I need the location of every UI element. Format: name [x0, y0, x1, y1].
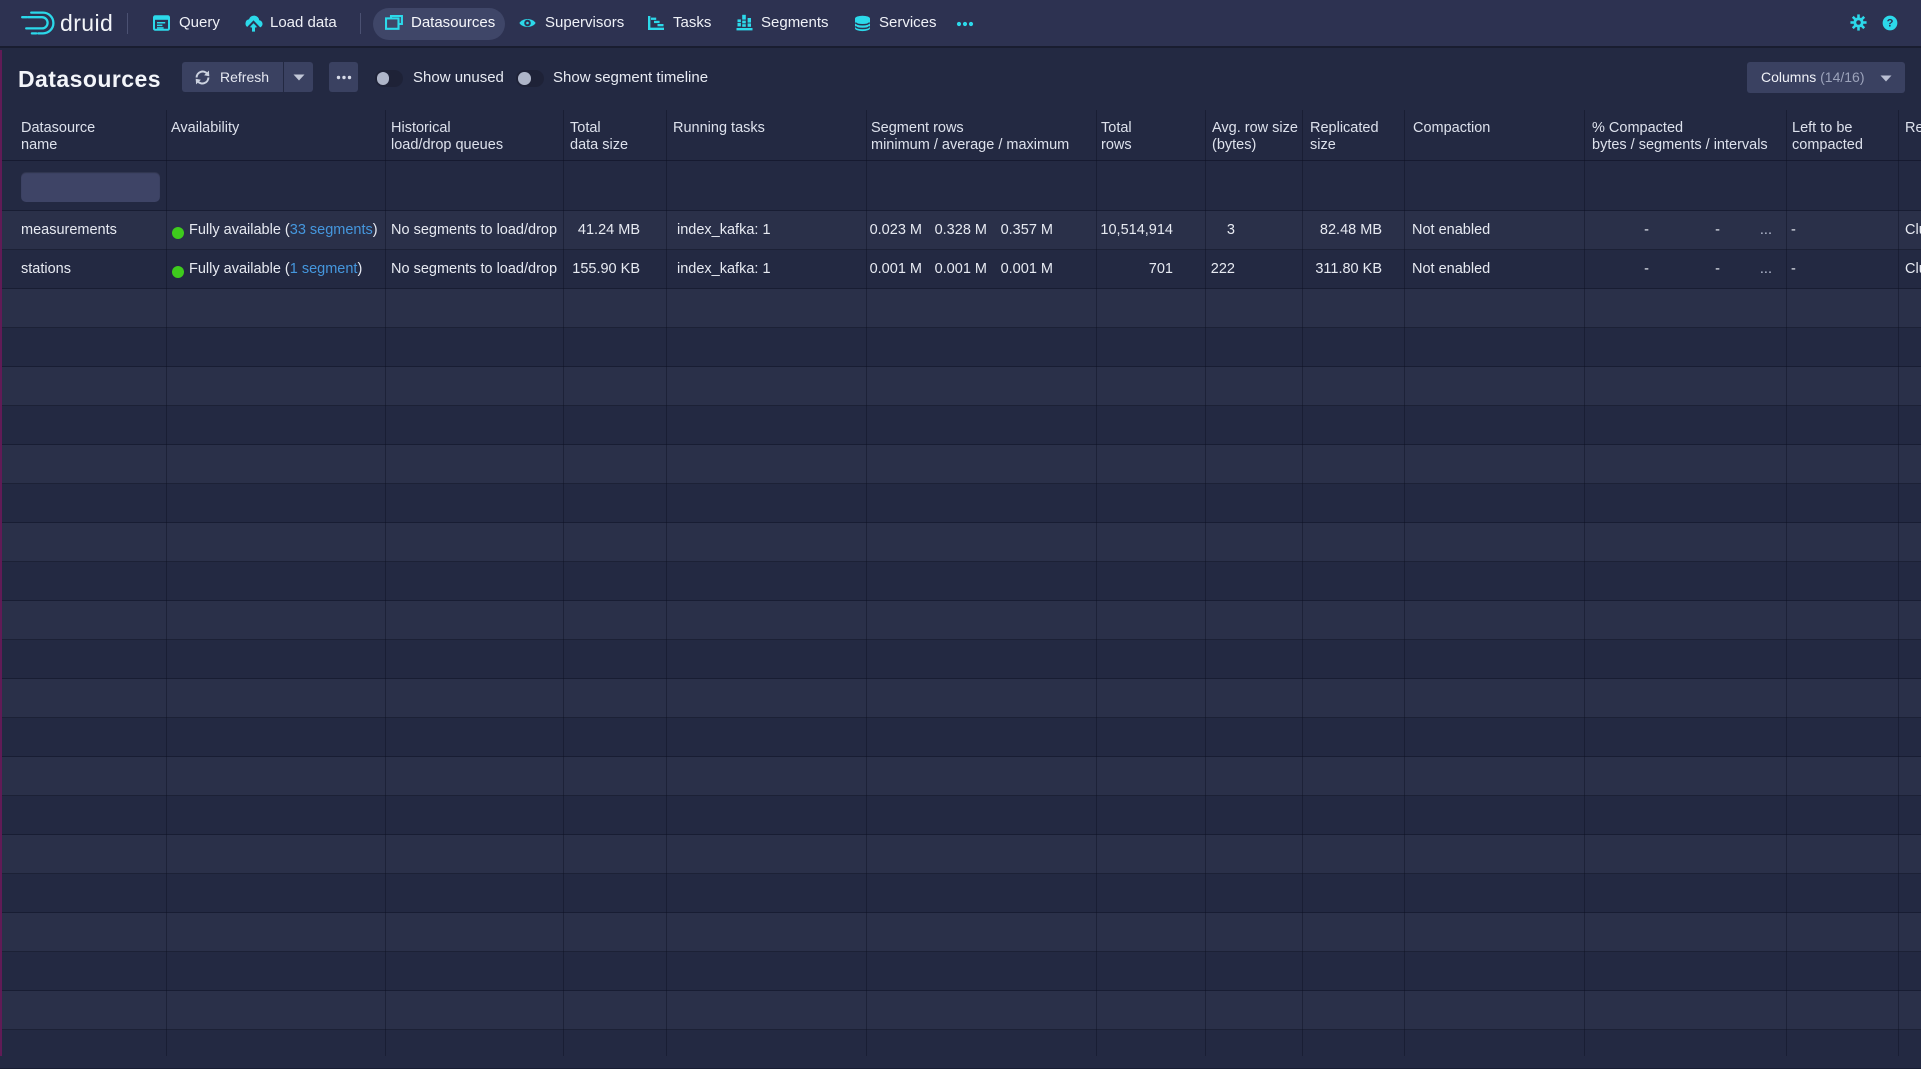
svg-text:?: ?	[1887, 18, 1894, 30]
